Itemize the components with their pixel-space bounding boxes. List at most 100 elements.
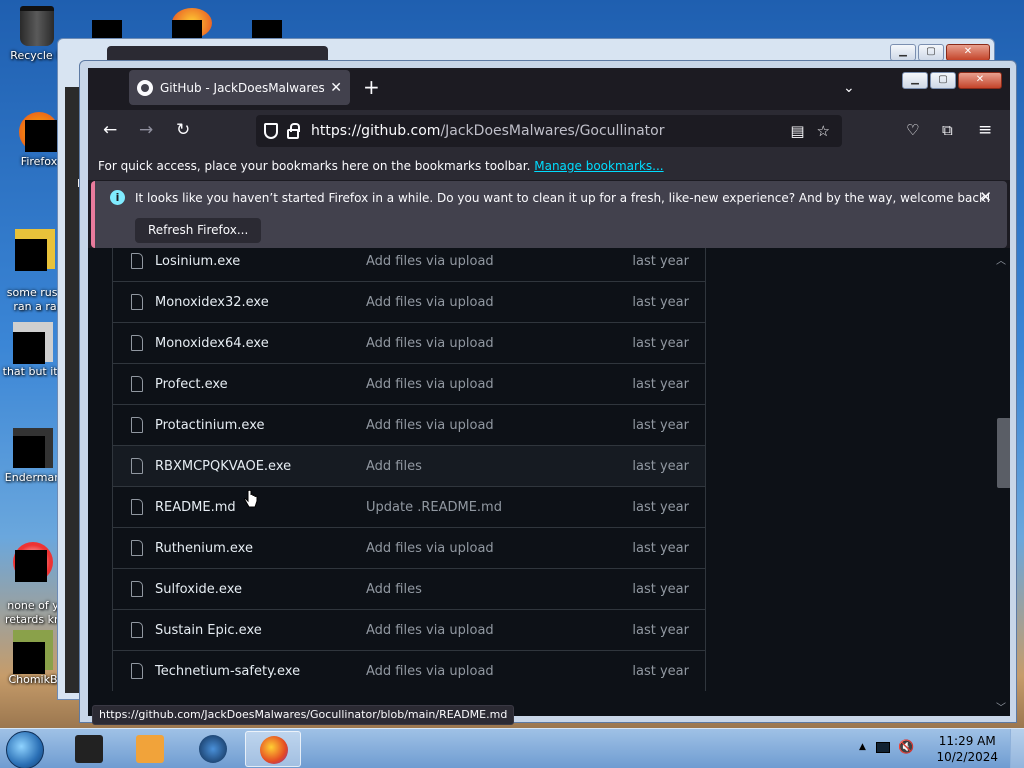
taskbar-app-globe[interactable] <box>185 731 241 767</box>
file-name-link[interactable]: Protactinium.exe <box>155 418 265 433</box>
forward-arrow-icon[interactable]: → <box>139 121 153 139</box>
bookmark-star-icon[interactable]: ☆ <box>817 122 830 140</box>
file-name-link[interactable]: Sustain Epic.exe <box>155 623 262 638</box>
commit-message-link[interactable]: Add files via upload <box>366 336 494 351</box>
commit-date: last year <box>632 663 689 679</box>
clock[interactable]: 11:29 AM 10/2/2024 <box>936 733 998 765</box>
media-player-icon <box>136 735 164 763</box>
recycle-bin-icon <box>20 6 54 46</box>
volume-icon[interactable]: 🔇 <box>898 740 914 755</box>
manage-bookmarks-link[interactable]: Manage bookmarks... <box>534 159 663 173</box>
file-row[interactable]: Technetium-safety.exe Add files via uploa… <box>113 650 705 691</box>
file-name-link[interactable]: Technetium-safety.exe <box>155 664 300 679</box>
commit-message-link[interactable]: Add files via upload <box>366 254 494 269</box>
file-row[interactable]: README.md Update .README.md last year <box>113 486 705 527</box>
new-tab-button[interactable]: + <box>363 77 380 97</box>
hamster-app-icon <box>13 630 53 674</box>
list-tabs-chevron-icon[interactable]: ⌄ <box>843 80 855 96</box>
folder-icon <box>13 322 53 364</box>
app-icon <box>13 542 53 582</box>
show-desktop-button[interactable] <box>1010 729 1024 768</box>
commit-message-link[interactable]: Add files <box>366 582 422 597</box>
url-text[interactable]: https://github.com/JackDoesMalwares/Gocu… <box>311 123 790 139</box>
nav-bar: ← → ↻ https://github.com/JackDoesMalware… <box>88 110 1010 152</box>
refresh-firefox-button[interactable]: Refresh Firefox... <box>135 218 262 243</box>
file-name-link[interactable]: Profect.exe <box>155 377 228 392</box>
minimize-icon[interactable]: ▁ <box>902 72 928 89</box>
firefox-frame: GitHub - JackDoesMalwares/Gocullinator ✕… <box>88 68 1010 725</box>
file-name-link[interactable]: Monoxidex64.exe <box>155 336 269 351</box>
tab-github[interactable]: GitHub - JackDoesMalwares/Gocullinator ✕ <box>129 70 350 105</box>
maximize-icon[interactable]: ▢ <box>918 44 944 61</box>
commit-message-link[interactable]: Add files via upload <box>366 418 494 433</box>
maximize-icon[interactable]: ▢ <box>930 72 956 89</box>
file-name-link[interactable]: RBXMCPQKVAOE.exe <box>155 459 291 474</box>
file-row[interactable]: Ruthenium.exe Add files via upload last ye… <box>113 527 705 568</box>
pocket-icon[interactable]: ♡ <box>906 121 919 139</box>
commit-message-link[interactable]: Add files via upload <box>366 295 494 310</box>
file-icon <box>15 229 55 271</box>
close-icon[interactable]: ✕ <box>946 44 990 61</box>
file-icon <box>131 622 143 638</box>
file-row[interactable]: Profect.exe Add files via upload last year <box>113 363 705 404</box>
file-row[interactable]: Losinium.exe Add files via upload last yea… <box>113 248 705 281</box>
file-row[interactable]: Sulfoxide.exe Add files last year <box>113 568 705 609</box>
scroll-up-icon[interactable]: ︿ <box>996 252 1006 267</box>
scrollbar[interactable]: ︿ ﹀ <box>993 248 1010 716</box>
file-row[interactable]: Protactinium.exe Add files via upload last… <box>113 404 705 445</box>
commit-message-link[interactable]: Add files via upload <box>366 623 494 638</box>
tracking-protection-shield-icon[interactable] <box>264 123 278 139</box>
commit-message-link[interactable]: Update .README.md <box>366 500 502 515</box>
app-icon <box>13 428 53 468</box>
notification-message: It looks like you haven’t started Firefo… <box>135 191 991 205</box>
taskbar-app-terminal[interactable] <box>61 731 117 767</box>
clock-time: 11:29 AM <box>938 734 996 748</box>
github-icon <box>137 79 153 96</box>
taskbar-app-media-player[interactable] <box>122 731 178 767</box>
clock-date: 10/2/2024 <box>936 750 998 764</box>
file-icon <box>131 417 143 433</box>
back-arrow-icon[interactable]: ← <box>103 121 117 139</box>
reload-icon[interactable]: ↻ <box>176 121 190 139</box>
show-hidden-icons-icon[interactable]: ▲ <box>859 742 866 752</box>
commit-date: last year <box>632 581 689 597</box>
menu-hamburger-icon[interactable]: ≡ <box>978 121 992 139</box>
file-row[interactable]: RBXMCPQKVAOE.exe Add files last year <box>113 445 705 486</box>
file-icon <box>131 458 143 474</box>
file-name-link[interactable]: Sulfoxide.exe <box>155 582 242 597</box>
url-host: https://github.com <box>311 123 441 139</box>
minimize-icon[interactable]: ▁ <box>890 44 916 61</box>
file-row[interactable]: Monoxidex64.exe Add files via upload last … <box>113 322 705 363</box>
file-list: Losinium.exe Add files via upload last yea… <box>112 248 706 691</box>
scrollbar-thumb[interactable] <box>997 418 1010 488</box>
commit-date: last year <box>632 622 689 638</box>
taskbar-app-firefox[interactable] <box>245 731 301 767</box>
info-icon: i <box>110 190 125 205</box>
commit-message-link[interactable]: Add files via upload <box>366 377 494 392</box>
reader-view-icon[interactable]: ▤ <box>790 122 804 140</box>
firefox-window: GitHub - JackDoesMalwares/Gocullinator ✕… <box>79 60 1017 725</box>
file-name-link[interactable]: Monoxidex32.exe <box>155 295 269 310</box>
file-icon <box>131 663 143 679</box>
commit-message-link[interactable]: Add files via upload <box>366 541 494 556</box>
scroll-down-icon[interactable]: ﹀ <box>996 699 1006 714</box>
address-bar[interactable]: https://github.com/JackDoesMalwares/Gocu… <box>256 115 842 147</box>
file-name-link[interactable]: Ruthenium.exe <box>155 541 253 556</box>
desktop-partial-icons <box>92 8 302 38</box>
file-icon <box>131 376 143 392</box>
close-icon[interactable]: ✕ <box>958 72 1002 89</box>
system-tray: ▲ 🔇 11:29 AM 10/2/2024 <box>854 729 1024 768</box>
extensions-icon[interactable]: ⧉ <box>942 121 953 139</box>
file-name-link[interactable]: README.md <box>155 500 236 515</box>
close-tab-icon[interactable]: ✕ <box>330 80 342 96</box>
start-button[interactable] <box>6 731 44 768</box>
file-row[interactable]: Monoxidex32.exe Add files via upload last … <box>113 281 705 322</box>
file-name-link[interactable]: Losinium.exe <box>155 254 240 269</box>
close-notification-icon[interactable]: ✕ <box>979 188 992 206</box>
commit-message-link[interactable]: Add files <box>366 459 422 474</box>
network-icon[interactable] <box>876 742 890 753</box>
file-row[interactable]: Sustain Epic.exe Add files via upload last… <box>113 609 705 650</box>
commit-message-link[interactable]: Add files via upload <box>366 664 494 679</box>
lock-icon[interactable] <box>287 122 300 139</box>
commit-date: last year <box>632 458 689 474</box>
